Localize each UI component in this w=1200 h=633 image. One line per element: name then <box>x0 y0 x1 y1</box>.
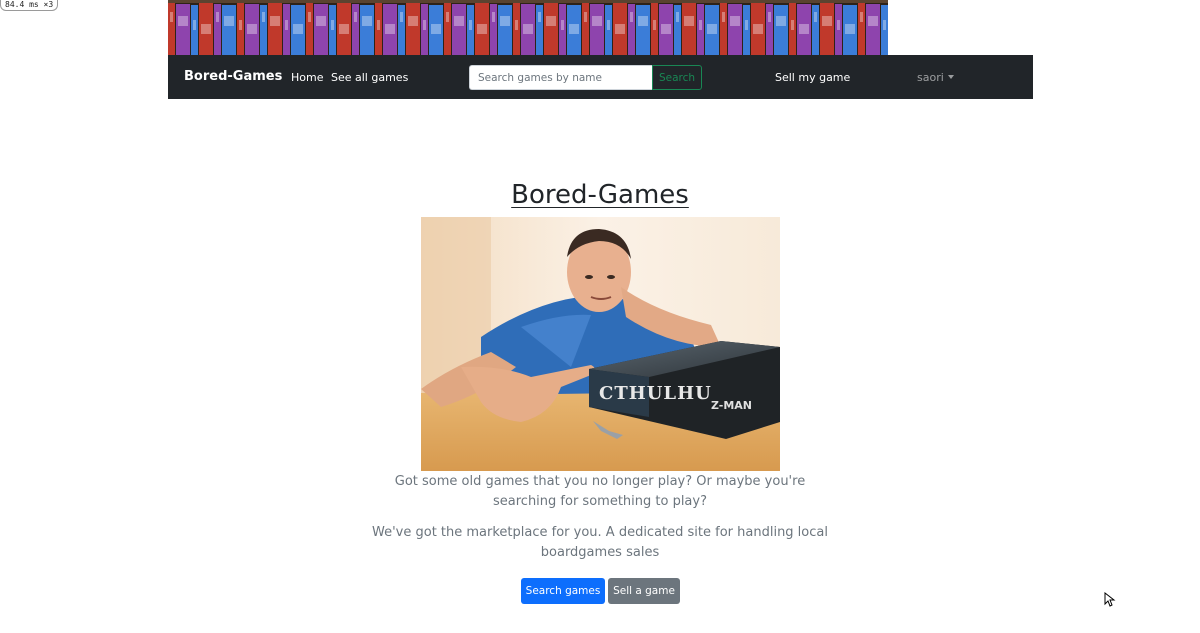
page-title: Bored-Games <box>511 180 689 210</box>
user-menu-label: saori <box>917 71 944 84</box>
intro-paragraph: Got some old games that you no longer pl… <box>0 472 1200 512</box>
mouse-cursor-icon <box>1104 592 1116 607</box>
user-menu-dropdown[interactable]: saori <box>917 71 954 85</box>
nav-link-see-all-games[interactable]: See all games <box>331 71 408 85</box>
svg-text:Z-MAN: Z-MAN <box>711 399 752 412</box>
search-button[interactable]: Search <box>652 65 702 90</box>
sell-a-game-button[interactable]: Sell a game <box>608 578 680 604</box>
hero-banner-image <box>168 0 888 55</box>
hero-photo-man-with-board-game: CTHULHU Z-MAN <box>421 217 780 471</box>
search-input[interactable] <box>469 65 652 90</box>
nav-link-home[interactable]: Home <box>291 71 323 85</box>
svg-text:CTHULHU: CTHULHU <box>599 383 712 404</box>
chevron-down-icon <box>947 75 954 79</box>
marketplace-line: boardgames sales <box>540 545 660 560</box>
search-games-button[interactable]: Search games <box>521 578 605 604</box>
nav-link-sell-my-game[interactable]: Sell my game <box>775 71 850 85</box>
marketplace-paragraph: We've got the marketplace for you. A ded… <box>0 523 1200 563</box>
top-navbar: Bored-Games Home See all games Search Se… <box>168 55 1033 99</box>
performance-badge: 84.4 ms ×3 <box>0 0 59 11</box>
intro-line: searching for something to play? <box>493 494 707 509</box>
marketplace-line: We've got the marketplace for you. A ded… <box>372 525 828 540</box>
intro-line: Got some old games that you no longer pl… <box>394 474 806 489</box>
navbar-brand[interactable]: Bored-Games <box>184 68 282 86</box>
